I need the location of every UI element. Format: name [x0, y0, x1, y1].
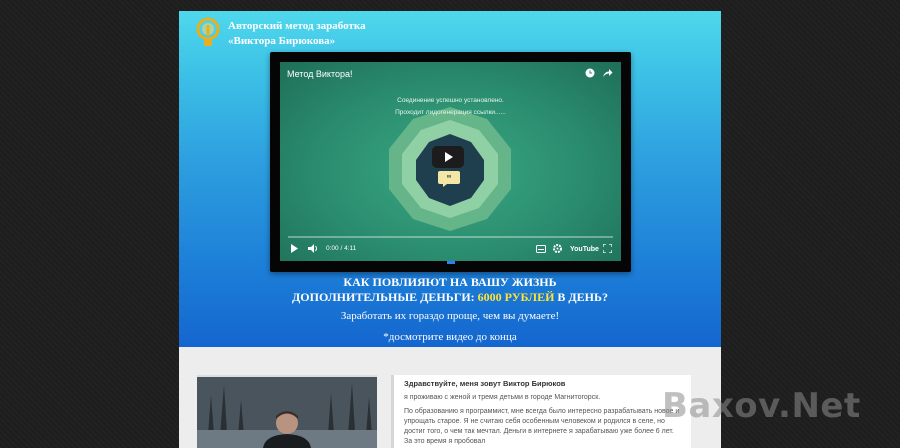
subtitle: Заработать их гораздо проще, чем вы дума… [340, 310, 560, 322]
quote-icon: " [438, 171, 460, 187]
headline-prefix: ДОПОЛНИТЕЛЬНЫЕ ДЕНЬГИ: [292, 290, 475, 304]
youtube-logo[interactable]: YouTube [570, 246, 599, 253]
intro-section: Здравствуйте, меня зовут Виктор Бирюков … [179, 347, 721, 448]
tv-stand-light [447, 261, 455, 264]
intro-paragraph-1: я проживаю с женой и тремя детьми в горо… [404, 394, 601, 401]
svg-text:": " [446, 174, 451, 185]
author-photo-graphic [197, 375, 377, 448]
clock-icon[interactable] [585, 68, 595, 78]
play-icon[interactable] [290, 244, 299, 253]
headline-highlight: 6000 РУБЛЕЙ [477, 290, 555, 304]
video-time: 0:00 / 4:11 [326, 245, 357, 252]
logo-text[interactable]: Авторский метод заработка «Виктора Бирюк… [228, 19, 366, 49]
author-photo [197, 375, 377, 448]
intro-paragraph-2: По образованию я программист, мне всегда… [404, 408, 680, 445]
headline-suffix: В ДЕНЬ? [557, 290, 608, 304]
headline-line-2: ДОПОЛНИТЕЛЬНЫЕ ДЕНЬГИ: 6000 РУБЛЕЙ В ДЕН… [179, 290, 721, 305]
play-icon [445, 152, 453, 162]
headline-line-1: КАК ПОВЛИЯЮТ НА ВАШУ ЖИЗНЬ [343, 275, 557, 289]
settings-icon[interactable] [553, 244, 562, 253]
video-message-1: Соединение успешно установлено. [397, 97, 504, 104]
intro-card: Здравствуйте, меня зовут Виктор Бирюков … [391, 375, 691, 448]
main-headline: КАК ПОВЛИЯЮТ НА ВАШУ ЖИЗНЬ ДОПОЛНИТЕЛЬНЫ… [179, 275, 721, 305]
logo-line-2: «Виктора Бирюкова» [228, 35, 336, 47]
logo-line-1: Авторский метод заработка [228, 20, 366, 32]
video-title[interactable]: Метод Виктора! [287, 69, 353, 79]
big-play-button[interactable] [432, 146, 464, 168]
video-frame: Метод Виктора! Соединение успешно устано… [270, 52, 631, 272]
video-progress-bar[interactable] [288, 236, 613, 238]
video-player[interactable]: Метод Виктора! Соединение успешно устано… [280, 62, 621, 261]
fullscreen-icon[interactable] [603, 244, 612, 253]
volume-icon[interactable] [308, 244, 319, 253]
landing-page: Авторский метод заработка «Виктора Бирюк… [179, 11, 721, 448]
watch-note: *досмотрите видео до конца [383, 331, 517, 343]
intro-title: Здравствуйте, меня зовут Виктор Бирюков [404, 379, 566, 388]
video-message-2: Проходит лидогенерация ссылки...... [395, 109, 506, 116]
site-watermark: Baxov.Net [662, 386, 861, 426]
hero-section: Авторский метод заработка «Виктора Бирюк… [179, 11, 721, 347]
lightbulb-icon [196, 17, 220, 46]
subtitles-icon[interactable] [536, 245, 546, 253]
share-icon[interactable] [602, 68, 613, 78]
